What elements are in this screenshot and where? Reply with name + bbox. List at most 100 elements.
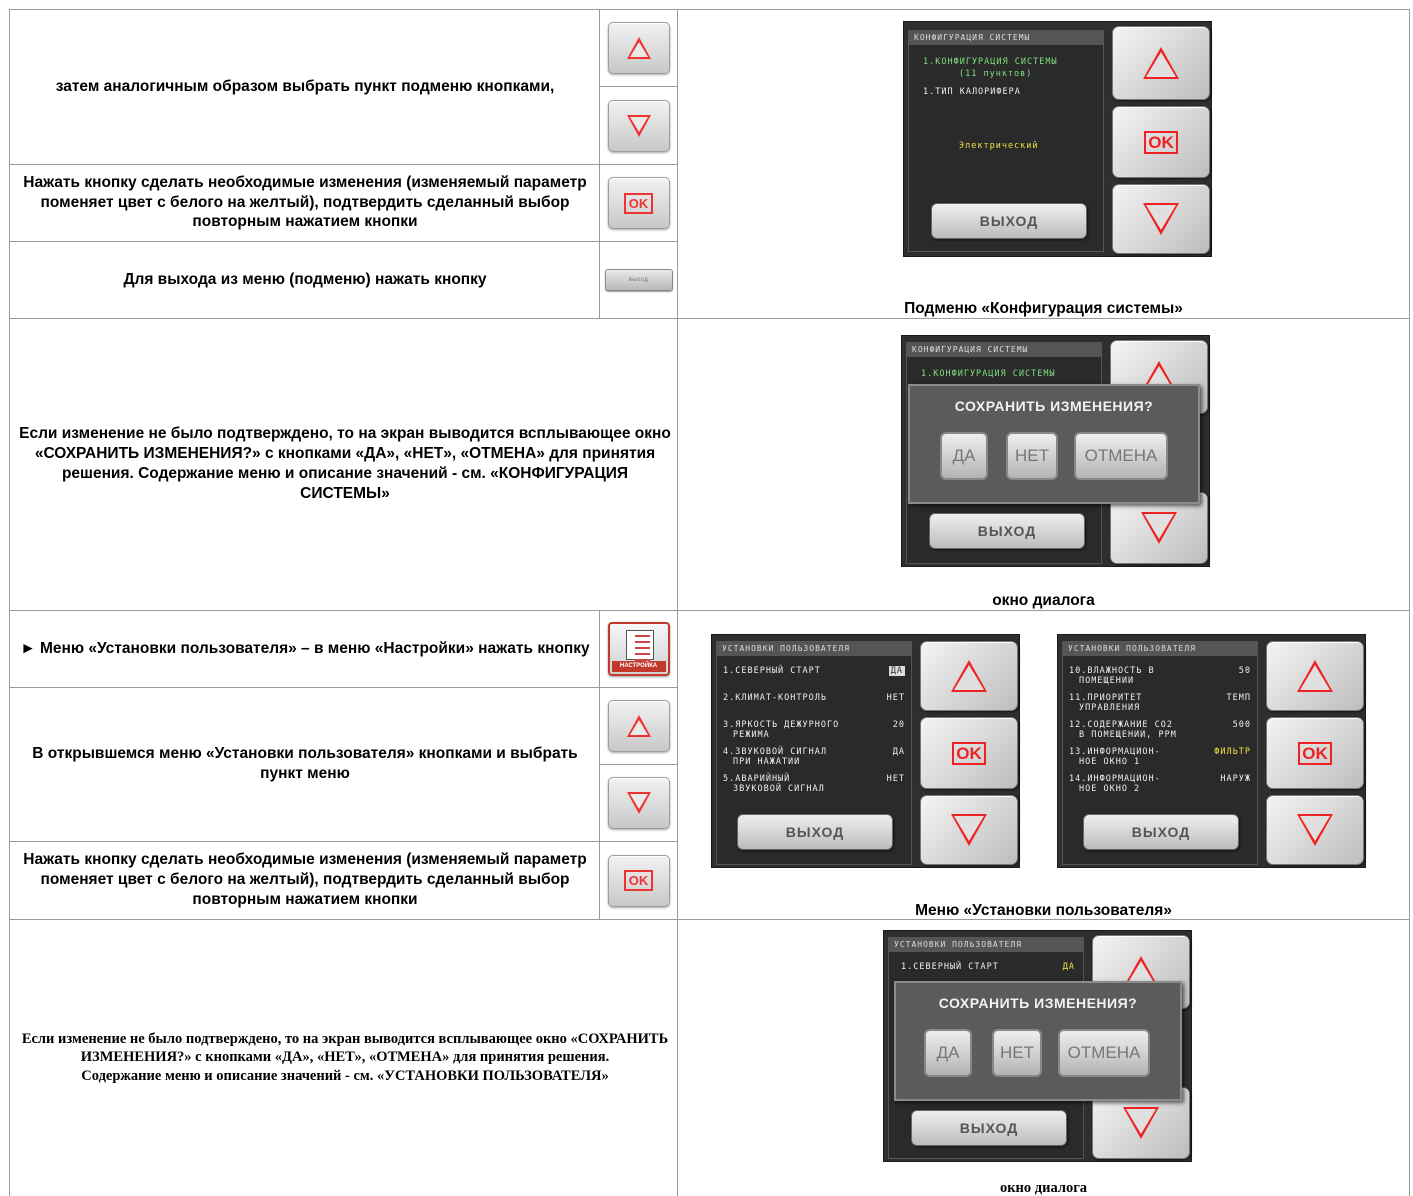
menu-item-value: НЕТ (886, 693, 905, 703)
ok-button[interactable]: OK (607, 177, 670, 229)
down-button[interactable] (1266, 795, 1364, 865)
down-button[interactable] (920, 795, 1018, 865)
down-button[interactable] (607, 99, 670, 152)
menu-item-label: 3.ЯРКОСТЬ ДЕЖУРНОГО (723, 720, 840, 730)
menu-item-label-cont: ПОМЕЩЕНИИ (1079, 676, 1135, 686)
menu-item[interactable]: 3.ЯРКОСТЬ ДЕЖУРНОГО РЕЖИМА 20 (723, 720, 905, 744)
menu-item-label-cont: УПРАВЛЕНИЯ (1079, 703, 1141, 713)
menu-item[interactable]: 2.КЛИМАТ-КОНТРОЛЬ НЕТ (723, 693, 905, 717)
menu-item-active[interactable]: 1.КОНФИГУРАЦИЯ СИСТЕМЫ (923, 57, 1058, 67)
menu-item-value: НЕТ (886, 774, 905, 784)
menu-item[interactable]: 5.АВАРИЙНЫЙ ЗВУКОВОЙ СИГНАЛ НЕТ (723, 774, 905, 798)
step-make-changes: Нажать кнопку сделать необходимые измене… (23, 173, 587, 231)
exit-button[interactable]: ВЫХОД (929, 513, 1085, 549)
dialog-title: СОХРАНИТЬ ИЗМЕНЕНИЯ? (954, 398, 1154, 414)
up-button[interactable] (920, 641, 1018, 711)
menu-value: Электрический (959, 141, 1039, 151)
menu-item-label-cont: В ПОМЕЩЕНИИ, PPM (1079, 730, 1177, 740)
up-button[interactable] (607, 21, 670, 74)
settings-button[interactable]: НАСТРОЙКА (607, 622, 670, 676)
ok-icon: OK (952, 741, 986, 765)
menu-item[interactable]: 14.ИНФОРМАЦИОН- НОЕ ОКНО 2 НАРУЖ (1069, 774, 1251, 798)
screen-user-settings-2: УСТАНОВКИ ПОЛЬЗОВАТЕЛЯ 10.ВЛАЖНОСТЬ В ПОМ… (1057, 634, 1366, 868)
panel-title: УСТАНОВКИ ПОЛЬЗОВАТЕЛЯ (889, 938, 1083, 952)
menu-item[interactable]: 13.ИНФОРМАЦИОН- НОЕ ОКНО 1 ФИЛЬТР (1069, 747, 1251, 771)
up-arrow-icon (951, 660, 987, 692)
menu-panel: УСТАНОВКИ ПОЛЬЗОВАТЕЛЯ 10.ВЛАЖНОСТЬ В ПОМ… (1062, 641, 1258, 865)
down-arrow-icon (1123, 1107, 1159, 1139)
step-make-changes-2: Нажать кнопку сделать необходимые измене… (23, 851, 587, 908)
menu-item-active[interactable]: 1.КОНФИГУРАЦИЯ СИСТЕМЫ (921, 369, 1056, 379)
menu-item[interactable]: 11.ПРИОРИТЕТ УПРАВЛЕНИЯ ТЕМП (1069, 693, 1251, 717)
step-select-submenu: затем аналогичным образом выбрать пункт … (55, 77, 555, 95)
exit-button[interactable]: ВЫХОД (1083, 814, 1239, 850)
menu-item-value: ТЕМП (1226, 693, 1251, 703)
yes-button[interactable]: ДА (940, 432, 988, 480)
cancel-button[interactable]: ОТМЕНА (1074, 432, 1168, 480)
menu-item[interactable]: 1.СЕВЕРНЫЙ СТАРТ (901, 962, 999, 972)
ok-button[interactable]: OK (1112, 106, 1210, 178)
up-button[interactable] (1266, 641, 1364, 711)
caption-dialog: окно диалога (992, 592, 1095, 609)
down-button-2[interactable] (607, 777, 670, 829)
exit-button[interactable]: ВЫХОД (911, 1110, 1067, 1146)
settings-document-icon (625, 630, 654, 661)
menu-item-value: ФИЛЬТР (1214, 747, 1251, 757)
menu-panel: КОНФИГУРАЦИЯ СИСТЕМЫ 1.КОНФИГУРАЦИЯ СИСТ… (908, 30, 1104, 252)
menu-item-label-cont: НОЕ ОКНО 1 (1079, 757, 1141, 767)
menu-item-label: 12.СОДЕРЖАНИЕ СО2 (1069, 720, 1173, 730)
caption-dialog-2: окно диалога (999, 1180, 1088, 1196)
menu-item-label: 1.СЕВЕРНЫЙ СТАРТ (723, 666, 821, 676)
menu-item-label-cont: ПРИ НАЖАТИИ (733, 757, 801, 767)
step-open-user-settings: ► Меню «Установки пользователя» – в меню… (20, 639, 590, 657)
step-text-line-2: Содержание меню и описание значений - см… (81, 1067, 609, 1084)
up-arrow-icon (1143, 47, 1179, 79)
save-changes-dialog: СОХРАНИТЬ ИЗМЕНЕНИЯ? ДА НЕТ ОТМЕНА (894, 981, 1182, 1101)
settings-label: НАСТРОЙКА (611, 661, 666, 672)
no-button[interactable]: НЕТ (992, 1029, 1042, 1077)
ok-icon: OK (1144, 130, 1178, 154)
screen-dialog-system-config: КОНФИГУРАЦИЯ СИСТЕМЫ 1.КОНФИГУРАЦИЯ СИСТ… (901, 335, 1210, 567)
ok-button-2[interactable]: OK (607, 854, 670, 907)
menu-item-value: 50 (1238, 666, 1251, 676)
up-arrow-icon (626, 715, 651, 737)
yes-button[interactable]: ДА (924, 1029, 972, 1077)
panel-title: УСТАНОВКИ ПОЛЬЗОВАТЕЛЯ (1063, 642, 1257, 656)
menu-item-value: 20 (892, 720, 905, 730)
ok-icon: OK (1298, 741, 1332, 765)
menu-item-label-cont: ЗВУКОВОЙ СИГНАЛ (733, 784, 825, 794)
down-button[interactable] (1112, 184, 1210, 254)
screen-user-settings-1: УСТАНОВКИ ПОЛЬЗОВАТЕЛЯ 1.СЕВЕРНЫЙ СТАРТ Д… (711, 634, 1020, 868)
menu-item-label: 5.АВАРИЙНЫЙ (723, 774, 791, 784)
panel-title: КОНФИГУРАЦИЯ СИСТЕМЫ (907, 343, 1101, 357)
menu-item-value: ДА (892, 747, 905, 757)
menu-item[interactable]: 1.СЕВЕРНЫЙ СТАРТ ДА (723, 666, 905, 690)
step-text-line-1: Если изменение не было подтверждено, то … (21, 1030, 669, 1066)
step-exit-menu: Для выхода из меню (подменю) нажать кноп… (123, 270, 487, 288)
ok-button[interactable]: OK (920, 717, 1018, 789)
screen-dialog-user-settings: УСТАНОВКИ ПОЛЬЗОВАТЕЛЯ 1.СЕВЕРНЫЙ СТАРТ … (883, 930, 1192, 1162)
exit-button[interactable]: ВЫХОД (737, 814, 893, 850)
ok-button[interactable]: OK (1266, 717, 1364, 789)
menu-item-label: 4.ЗВУКОВОЙ СИГНАЛ (723, 747, 827, 757)
step-unconfirmed-change: Если изменение не было подтверждено, то … (19, 425, 671, 502)
screen-system-config: КОНФИГУРАЦИЯ СИСТЕМЫ 1.КОНФИГУРАЦИЯ СИСТ… (903, 21, 1212, 257)
menu-item-label: 2.КЛИМАТ-КОНТРОЛЬ (723, 693, 827, 703)
panel-title: УСТАНОВКИ ПОЛЬЗОВАТЕЛЯ (717, 642, 911, 656)
down-arrow-icon (951, 814, 987, 846)
menu-item[interactable]: 10.ВЛАЖНОСТЬ В ПОМЕЩЕНИИ 50 (1069, 666, 1251, 690)
exit-button[interactable]: ВЫХОД (931, 203, 1087, 239)
menu-item[interactable]: 1.ТИП КАЛОРИФЕРА (923, 87, 1021, 97)
down-arrow-icon (1143, 203, 1179, 235)
exit-button[interactable]: выход (604, 269, 673, 291)
ok-icon: OK (623, 870, 654, 891)
menu-item[interactable]: 12.СОДЕРЖАНИЕ СО2 В ПОМЕЩЕНИИ, PPM 500 (1069, 720, 1251, 744)
step-select-menu-item: В открывшемся меню «Установки пользовате… (32, 745, 578, 782)
menu-item-value: 500 (1232, 720, 1251, 730)
cancel-button[interactable]: ОТМЕНА (1058, 1029, 1150, 1077)
up-button[interactable] (1112, 26, 1210, 100)
menu-item[interactable]: 4.ЗВУКОВОЙ СИГНАЛ ПРИ НАЖАТИИ ДА (723, 747, 905, 771)
step-unconfirmed-change-2: Если изменение не было подтверждено, то … (19, 919, 671, 1196)
up-button-2[interactable] (607, 700, 670, 752)
no-button[interactable]: НЕТ (1006, 432, 1058, 480)
